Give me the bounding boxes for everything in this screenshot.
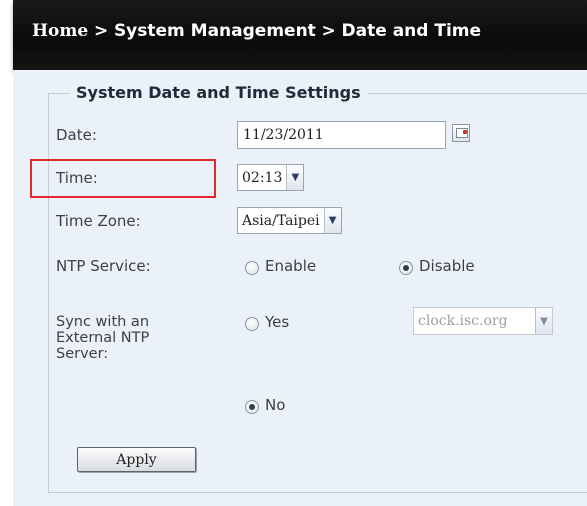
breadcrumb-home[interactable]: Home — [32, 21, 88, 41]
section-title: System Date and Time Settings — [70, 83, 367, 102]
sync-no-radio[interactable] — [245, 400, 259, 414]
settings-fieldset — [48, 93, 587, 493]
breadcrumb-date-and-time: Date and Time — [341, 21, 482, 41]
time-zone-select[interactable]: Asia/Taipei ▼ — [237, 207, 342, 234]
breadcrumb-separator: > — [93, 21, 109, 41]
chevron-down-icon[interactable]: ▼ — [286, 165, 304, 190]
breadcrumb-system-management[interactable]: System Management — [114, 21, 316, 41]
time-select[interactable]: 02:13 ▼ — [237, 164, 305, 191]
apply-button[interactable]: Apply — [77, 447, 196, 472]
ntp-service-label: NTP Service: — [56, 257, 151, 275]
ntp-server-select[interactable]: clock.isc.org ▼ — [413, 307, 553, 335]
sync-yes-label[interactable]: Yes — [265, 313, 289, 331]
sync-label-line3: Server: — [56, 346, 109, 362]
time-value: 02:13 — [242, 169, 283, 186]
breadcrumb: Home > System Management > Date and Time — [32, 20, 481, 41]
sync-external-label: Sync with an External NTP Server: — [56, 314, 149, 362]
ntp-enable-radio[interactable] — [245, 261, 259, 275]
sync-label-line1: Sync with an — [56, 314, 150, 330]
breadcrumb-separator: > — [321, 21, 336, 41]
ntp-disable-radio[interactable] — [399, 261, 413, 275]
chevron-down-icon[interactable]: ▼ — [323, 208, 341, 233]
date-input[interactable]: 11/23/2011 — [237, 121, 446, 149]
time-zone-value: Asia/Taipei — [242, 212, 320, 229]
chevron-down-icon[interactable]: ▼ — [535, 308, 552, 334]
ntp-enable-label[interactable]: Enable — [265, 257, 316, 275]
ntp-server-value: clock.isc.org — [418, 313, 508, 329]
sync-label-line2: External NTP — [56, 330, 150, 346]
ntp-disable-label[interactable]: Disable — [419, 257, 475, 275]
sync-no-label[interactable]: No — [265, 396, 285, 414]
sync-yes-radio[interactable] — [245, 317, 259, 331]
time-zone-label: Time Zone: — [56, 212, 141, 230]
page-header: Home > System Management > Date and Time — [13, 0, 587, 70]
date-label: Date: — [56, 126, 97, 144]
calendar-icon[interactable] — [452, 124, 470, 142]
time-label: Time: — [56, 169, 98, 187]
